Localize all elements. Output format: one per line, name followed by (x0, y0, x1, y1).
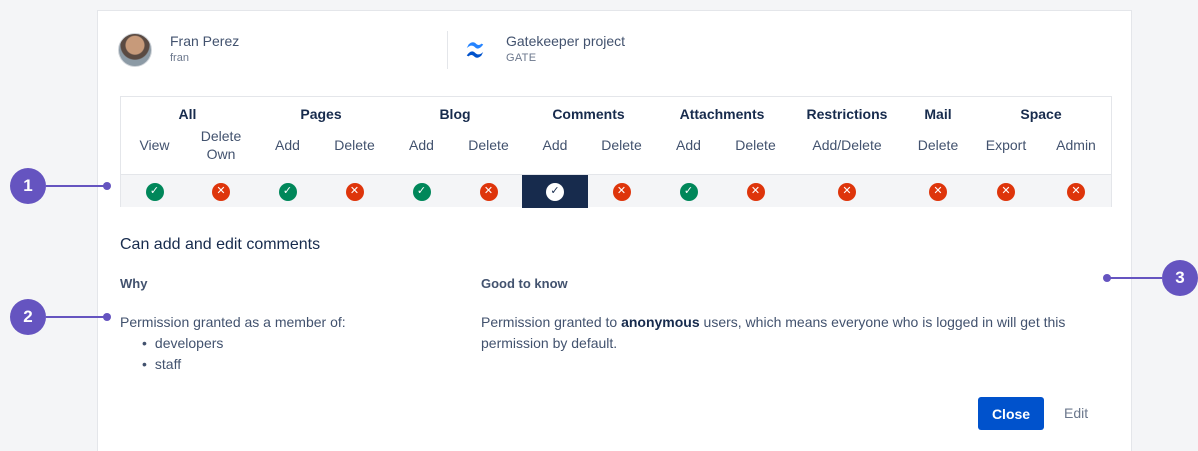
why-label: Why (120, 276, 148, 291)
col-label: Add/Delete (812, 137, 882, 153)
cross-icon: ✕ (612, 182, 631, 201)
permission-inspector-card: Fran Perez fran Gatekeeper project GATE … (97, 10, 1132, 451)
cross-icon: ✕ (746, 182, 765, 201)
list-item: developers (142, 333, 346, 354)
status-cell[interactable]: ✓ (655, 175, 722, 208)
status-cell[interactable]: ✕ (188, 175, 254, 208)
group-restrictions: Restrictions (806, 106, 888, 122)
good-text-bold: anonymous (621, 314, 700, 330)
callout-badge-3: 3 (1162, 260, 1198, 296)
check-icon: ✓ (546, 182, 564, 201)
user-name: Fran Perez (170, 33, 240, 49)
why-text: Permission granted as a member of: (120, 314, 346, 330)
status-cell[interactable]: ✕ (789, 175, 905, 208)
col-label: Add (676, 137, 701, 153)
group-blog: Blog (439, 106, 471, 122)
cross-icon: ✕ (997, 182, 1015, 201)
good-to-know-text: Permission granted to anonymous users, w… (481, 312, 1101, 354)
user-info: Fran Perez fran (118, 33, 239, 67)
status-cell[interactable]: ✓ (388, 175, 455, 208)
col-label: Delete (334, 137, 375, 153)
col-label: Delete (601, 137, 642, 153)
callout-line-2 (46, 316, 106, 318)
status-cell[interactable]: ✓ (254, 175, 321, 208)
cross-icon: ✕ (838, 182, 856, 201)
user-handle: fran (170, 52, 189, 64)
status-cell[interactable]: ✕ (905, 175, 971, 208)
col-label: Delete (917, 137, 959, 153)
list-item: staff (142, 354, 346, 375)
group-comments: Comments (552, 106, 625, 122)
status-cell[interactable]: ✕ (455, 175, 522, 208)
avatar (118, 33, 152, 67)
status-cell[interactable]: ✓ (121, 175, 188, 208)
col-label: Delete (468, 137, 509, 153)
col-label: Admin (1056, 137, 1096, 153)
project-name: Gatekeeper project (506, 33, 626, 49)
status-cell[interactable]: ✕ (321, 175, 388, 208)
callout-badge-2: 2 (10, 299, 46, 335)
callout-badge-1: 1 (10, 168, 46, 204)
permission-status-row: ✓ ✕ ✓ ✕ ✓ ✕ ✓ ✕ ✓ ✕ ✕ ✕ ✕ ✕ (121, 174, 1111, 208)
group-attachments: Attachments (679, 106, 765, 122)
callout-dot-2 (103, 313, 111, 321)
group-space: Space (1020, 106, 1062, 122)
project-key: GATE (506, 52, 537, 64)
edit-link[interactable]: Edit (1064, 405, 1088, 421)
cross-icon: ✕ (1067, 182, 1085, 201)
status-cell[interactable]: ✕ (1041, 175, 1111, 208)
group-pages: Pages (300, 106, 342, 122)
cross-icon: ✕ (212, 182, 230, 201)
cross-icon: ✕ (345, 182, 364, 201)
good-text-prefix: Permission granted to (481, 314, 622, 330)
col-label: Add (275, 137, 300, 153)
permissions-table: All Pages Blog Comments Attachments Rest… (120, 96, 1112, 208)
status-cell[interactable]: ✕ (588, 175, 655, 208)
good-to-know-label: Good to know (481, 276, 568, 291)
confluence-icon (466, 42, 484, 58)
permission-heading: Can add and edit comments (120, 236, 321, 253)
col-label: Add (409, 137, 434, 153)
callout-line-1 (46, 185, 106, 187)
group-all: All (178, 106, 197, 122)
group-mail: Mail (924, 106, 952, 122)
status-cell[interactable]: ✕ (971, 175, 1041, 208)
callout-dot-1 (103, 182, 111, 190)
project-info: Gatekeeper project GATE (464, 33, 625, 67)
check-icon: ✓ (412, 182, 431, 201)
close-button[interactable]: Close (978, 397, 1044, 430)
col-label: Delete Own (200, 128, 242, 162)
col-label: Delete (735, 137, 776, 153)
check-icon: ✓ (278, 182, 297, 201)
status-cell[interactable]: ✕ (722, 175, 789, 208)
callout-dot-3 (1103, 274, 1111, 282)
col-label: Add (542, 137, 568, 153)
col-label: View (139, 137, 170, 153)
why-section: Permission granted as a member of: devel… (120, 312, 346, 375)
col-label: Export (985, 137, 1027, 153)
header-divider (447, 31, 448, 69)
callout-line-3 (1106, 277, 1162, 279)
status-cell-selected[interactable]: ✓ (522, 175, 588, 208)
check-icon: ✓ (679, 182, 698, 201)
cross-icon: ✕ (929, 182, 947, 201)
group-list: developers staff (142, 333, 346, 375)
check-icon: ✓ (145, 182, 164, 201)
cross-icon: ✕ (479, 182, 498, 201)
